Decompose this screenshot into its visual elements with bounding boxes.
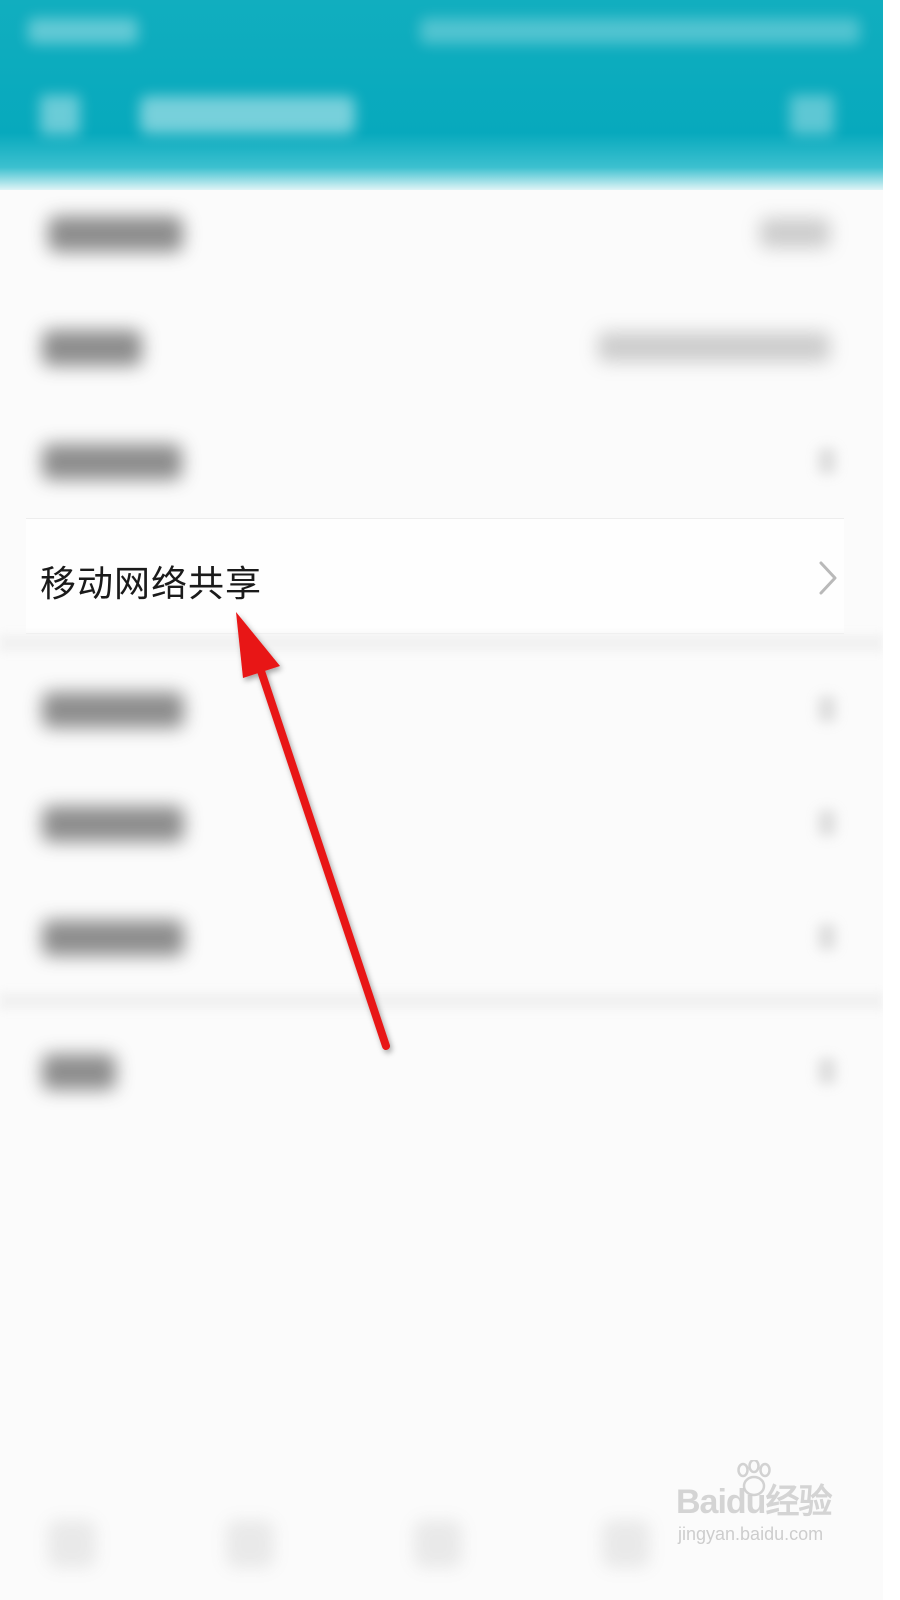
settings-row[interactable] xyxy=(0,1014,883,1128)
settings-screen: 移动网络共享 Baidu经验 jingyan.baidu.com xyxy=(0,0,883,1600)
watermark-url: jingyan.baidu.com xyxy=(678,1524,824,1544)
chevron-right-icon xyxy=(818,1058,836,1084)
row-value xyxy=(760,218,830,248)
chevron-right-icon xyxy=(819,561,837,595)
page-title xyxy=(140,96,355,134)
row-label xyxy=(42,692,184,728)
settings-row[interactable] xyxy=(0,652,883,766)
row-label xyxy=(48,216,183,252)
nav-icon[interactable] xyxy=(48,1520,96,1568)
section-divider xyxy=(0,634,883,652)
settings-row[interactable] xyxy=(0,766,883,880)
paw-logo-icon xyxy=(737,1460,771,1497)
row-label xyxy=(42,806,184,842)
status-bar-right xyxy=(420,18,860,44)
chevron-right-icon xyxy=(818,696,836,722)
chevron-right-icon xyxy=(818,924,836,950)
app-header xyxy=(0,0,883,190)
chevron-right-icon xyxy=(818,810,836,836)
nav-icon[interactable] xyxy=(226,1520,274,1568)
mobile-network-sharing-label: 移动网络共享 xyxy=(40,564,263,605)
back-arrow-icon[interactable] xyxy=(40,95,80,135)
row-value xyxy=(598,332,830,362)
row-label xyxy=(42,920,184,956)
mobile-network-sharing-item[interactable]: 移动网络共享 xyxy=(26,518,844,634)
section-divider xyxy=(0,992,883,1010)
settings-row[interactable] xyxy=(0,404,883,518)
settings-row[interactable] xyxy=(0,880,883,994)
more-options-icon[interactable] xyxy=(790,95,834,135)
settings-row[interactable] xyxy=(0,176,883,290)
row-label xyxy=(42,1054,116,1090)
row-label xyxy=(42,444,182,480)
nav-icon[interactable] xyxy=(602,1520,650,1568)
baidu-jingyan-watermark: Baidu经验 jingyan.baidu.com xyxy=(676,1460,846,1554)
status-bar-left xyxy=(28,18,138,44)
right-margin xyxy=(883,0,900,1600)
chevron-right-icon xyxy=(818,448,836,474)
settings-row[interactable] xyxy=(0,290,883,404)
row-label xyxy=(42,330,142,366)
nav-icon[interactable] xyxy=(414,1520,462,1568)
